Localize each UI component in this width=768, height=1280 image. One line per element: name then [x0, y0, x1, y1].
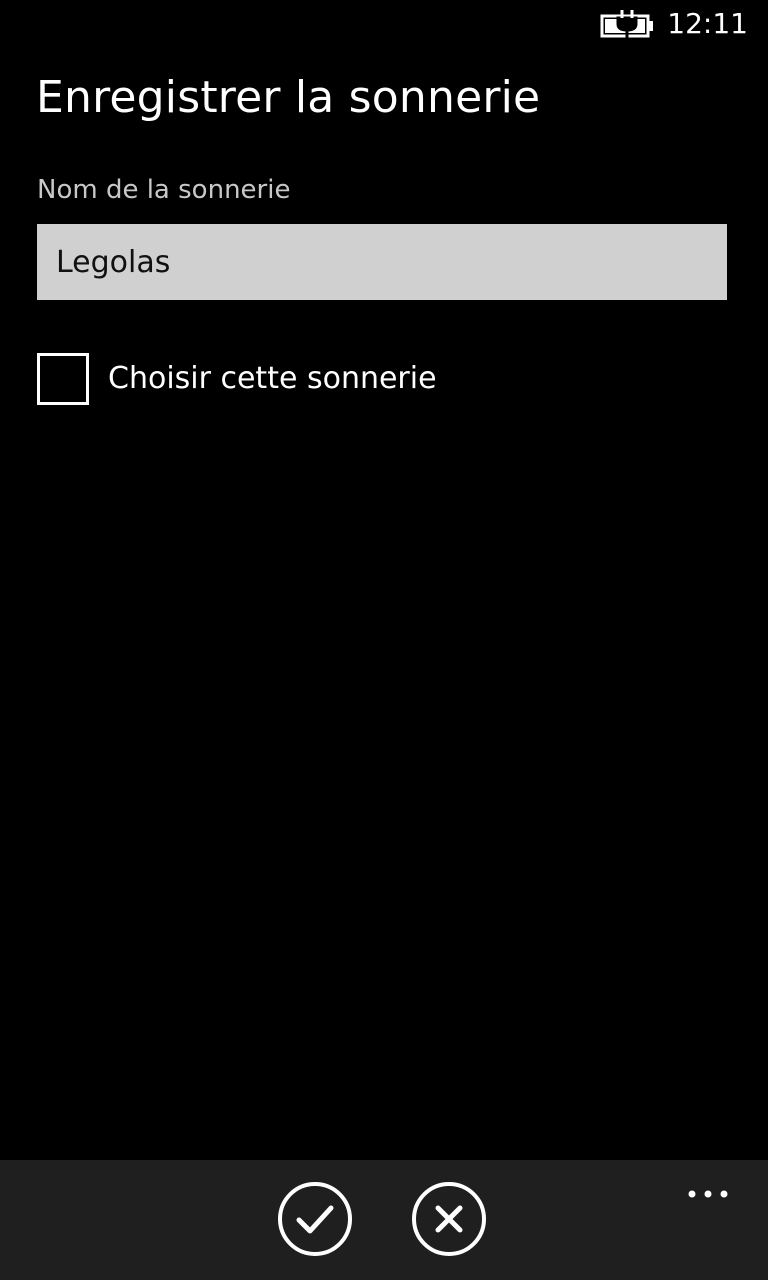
choose-ringtone-checkbox[interactable]	[37, 353, 89, 405]
save-button[interactable]	[277, 1181, 353, 1257]
status-bar: 12:11	[0, 0, 768, 50]
page-title: Enregistrer la sonnerie	[36, 72, 541, 123]
ringtone-name-label: Nom de la sonnerie	[37, 175, 291, 205]
close-icon	[435, 1205, 463, 1233]
cancel-button[interactable]	[411, 1181, 487, 1257]
ringtone-save-screen: 12:11 Enregistrer la sonnerie Nom de la …	[0, 0, 768, 1280]
choose-ringtone-checkbox-row[interactable]: Choisir cette sonnerie	[37, 352, 437, 406]
status-clock: 12:11	[667, 7, 748, 40]
choose-ringtone-label[interactable]: Choisir cette sonnerie	[108, 359, 437, 399]
ringtone-name-input[interactable]	[37, 224, 727, 300]
battery-charging-icon	[600, 10, 653, 38]
app-bar	[0, 1160, 768, 1280]
check-icon	[296, 1205, 334, 1234]
more-dots-icon[interactable]	[686, 1170, 730, 1200]
